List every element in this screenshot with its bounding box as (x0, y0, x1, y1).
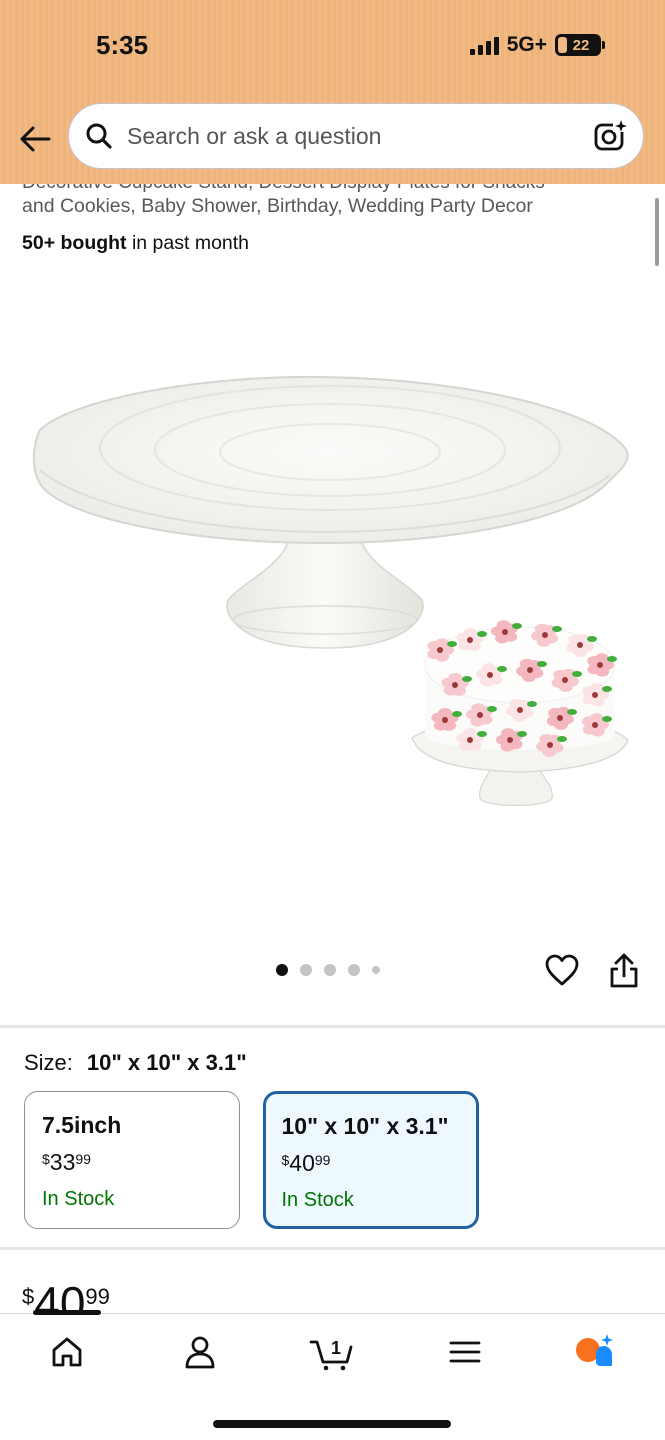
pagination-dot[interactable] (276, 964, 288, 976)
section-divider (0, 1247, 665, 1250)
top-header: 5:35 5G+ 22 Search or ask a question (0, 0, 665, 184)
option-stock: In Stock (281, 1188, 354, 1211)
pagination-dot[interactable] (372, 966, 380, 974)
app-root: 5:35 5G+ 22 Search or ask a question and… (0, 0, 665, 1440)
share-button[interactable] (606, 952, 642, 990)
pagination-dot[interactable] (324, 964, 336, 976)
nav-cart[interactable]: 1 (309, 1332, 355, 1372)
account-icon (185, 1336, 215, 1369)
scrollbar[interactable] (655, 198, 659, 266)
price-cents: 99 (85, 1284, 110, 1309)
option-stock: In Stock (42, 1188, 115, 1210)
heart-icon (545, 954, 579, 986)
search-input[interactable]: Search or ask a question (68, 103, 644, 169)
nav-account[interactable] (180, 1332, 220, 1372)
option-price-whole: 33 (49, 1149, 76, 1175)
network-label: 5G+ (506, 33, 547, 56)
option-name: 7.5inch (42, 1112, 122, 1138)
share-icon (610, 953, 638, 988)
product-image[interactable] (0, 300, 665, 940)
bought-count: 50+ bought (22, 232, 127, 254)
cart-count: 1 (331, 1338, 341, 1358)
pagination-dot[interactable] (300, 964, 312, 976)
size-label: Size: (24, 1050, 73, 1075)
product-title[interactable]: and Cookies, Baby Shower, Birthday, Wedd… (22, 195, 533, 218)
menu-icon (449, 1341, 481, 1363)
bought-info: 50+ bought in past month (22, 232, 249, 255)
size-option-7-5inch[interactable]: 7.5inch $33 99 In Stock (24, 1091, 240, 1229)
option-price: $40 99 (282, 1150, 461, 1177)
battery-label: 22 (572, 36, 590, 54)
price-currency: $ (22, 1284, 35, 1309)
size-selected-value: 10" x 10" x 3.1" (86, 1050, 247, 1075)
image-pagination[interactable] (276, 964, 380, 976)
back-arrow-icon (20, 126, 51, 152)
bought-suffix: in past month (126, 232, 250, 254)
bottom-navigation: 1 (0, 1310, 665, 1440)
option-price: $33 99 (42, 1149, 222, 1176)
home-indicator[interactable] (213, 1420, 451, 1428)
option-price-cents: 99 (75, 1151, 91, 1167)
search-placeholder: Search or ask a question (127, 122, 382, 149)
status-indicators: 5G+ 22 (469, 33, 605, 57)
option-name: 10" x 10" x 3.1" (281, 1112, 449, 1139)
wishlist-button[interactable] (544, 953, 580, 989)
rufus-ai-icon (576, 1334, 613, 1366)
cake-stand-image (32, 375, 629, 807)
option-price-whole: 40 (289, 1149, 315, 1176)
camera-search-button[interactable] (593, 118, 629, 154)
camera-sparkle-icon (594, 120, 627, 151)
nav-menu[interactable] (445, 1332, 485, 1372)
option-price-currency: $ (281, 1151, 290, 1168)
nav-rufus[interactable] (574, 1332, 614, 1372)
search-icon (86, 123, 112, 149)
back-button[interactable] (14, 118, 56, 160)
size-selector-label: Size: 10" x 10" x 3.1" (24, 1050, 247, 1076)
nav-home[interactable] (47, 1332, 87, 1372)
option-price-cents: 99 (314, 1151, 331, 1168)
active-tab-indicator (33, 1310, 101, 1315)
option-price-currency: $ (42, 1151, 50, 1167)
size-option-10x10[interactable]: 10" x 10" x 3.1" $40 99 In Stock (263, 1091, 479, 1229)
signal-icon (469, 35, 499, 55)
home-icon (52, 1337, 82, 1367)
pagination-dot[interactable] (348, 964, 360, 976)
battery-icon: 22 (555, 34, 605, 56)
status-time: 5:35 (96, 30, 149, 60)
section-divider (0, 1025, 665, 1028)
cart-icon: 1 (309, 1338, 353, 1371)
